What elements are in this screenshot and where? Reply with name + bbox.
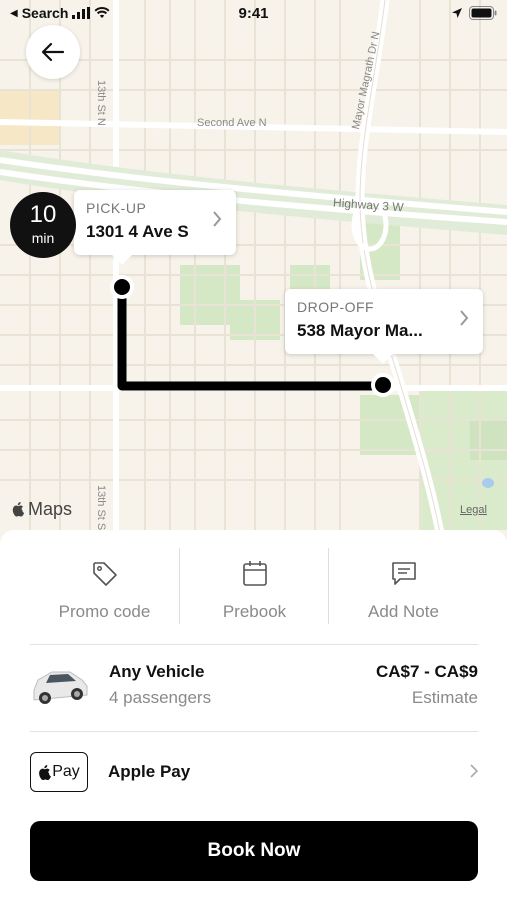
arrow-left-icon [41, 42, 65, 62]
apple-logo-icon [39, 764, 52, 780]
fare-estimate-label: Estimate [411, 688, 478, 707]
dropoff-label: DROP-OFF [297, 299, 375, 315]
vehicle-option[interactable]: Any Vehicle 4 passengers CA$7 - CA$9 Est… [30, 656, 478, 716]
location-arrow-icon [452, 8, 462, 18]
street-label: 13th St N [95, 80, 107, 126]
apple-logo-icon [12, 501, 25, 517]
car-icon [33, 671, 88, 704]
calendar-icon [242, 561, 267, 586]
apple-pay-badge: Pay [30, 752, 88, 792]
quick-actions: Promo code Prebook Add Note [30, 546, 478, 626]
street-label: 13th St S [95, 485, 107, 531]
add-note-button[interactable]: Add Note [329, 546, 478, 626]
prebook-button[interactable]: Prebook [180, 546, 329, 626]
dropoff-callout[interactable]: DROP-OFF 538 Mayor Ma... [285, 289, 483, 364]
divider [30, 731, 478, 732]
eta-value: 10 [29, 201, 57, 228]
message-icon [391, 562, 416, 585]
book-now-button[interactable]: Book Now [30, 821, 478, 881]
pickup-address: 1301 4 Ave S [86, 222, 189, 241]
tag-icon [92, 562, 117, 586]
pickup-callout[interactable]: PICK-UP 1301 4 Ave S [74, 190, 236, 265]
divider [30, 644, 478, 645]
chevron-right-icon [470, 764, 478, 778]
add-note-label: Add Note [368, 602, 439, 621]
map-canvas [0, 0, 507, 560]
payment-method-name: Apple Pay [108, 762, 191, 781]
apple-pay-badge-label: Pay [52, 763, 80, 780]
pickup-label: PICK-UP [86, 200, 147, 216]
map-view[interactable]: 13th St N Second Ave N Mayor Magrath Dr … [0, 0, 507, 560]
chevron-right-icon [460, 310, 469, 326]
vehicle-passengers: 4 passengers [109, 688, 212, 707]
prebook-label: Prebook [222, 602, 287, 621]
booking-sheet: Promo code Prebook Add Note Any Vehicle … [0, 530, 507, 900]
promo-code-label: Promo code [58, 602, 151, 621]
status-time: 9:41 [238, 5, 269, 22]
battery-icon [469, 6, 497, 20]
fare-estimate: CA$7 - CA$9 [375, 662, 478, 681]
legal-link[interactable]: Legal [460, 504, 487, 516]
maps-brand-label: Maps [28, 499, 73, 519]
dropoff-address: 538 Mayor Ma... [297, 321, 423, 340]
eta-badge: 10 min [10, 192, 76, 258]
back-button[interactable] [26, 25, 80, 79]
status-bar: ◀ Search 9:41 [0, 0, 507, 28]
eta-unit: min [31, 230, 55, 246]
maps-attribution: Maps [12, 499, 72, 520]
chevron-right-icon [213, 211, 222, 227]
vehicle-name: Any Vehicle [109, 662, 205, 681]
street-label: Second Ave N [197, 117, 267, 129]
payment-method-row[interactable]: Pay Apple Pay [30, 751, 478, 793]
promo-code-button[interactable]: Promo code [30, 546, 179, 626]
